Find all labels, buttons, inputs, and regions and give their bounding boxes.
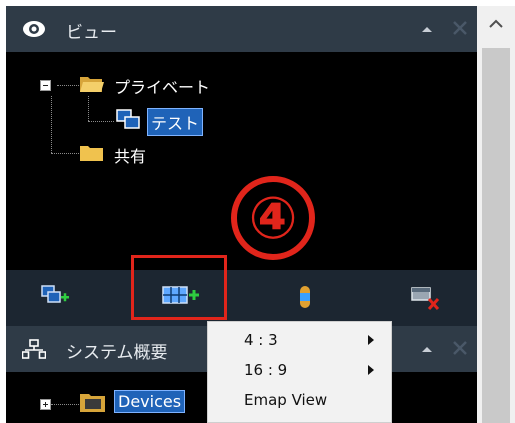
scroll-up-button[interactable] bbox=[477, 6, 515, 44]
collapse-up-icon[interactable] bbox=[420, 22, 434, 36]
menu-item-4-3[interactable]: 4 : 3 bbox=[208, 326, 391, 354]
devices-folder-icon bbox=[80, 394, 105, 412]
tree-connector bbox=[88, 96, 89, 121]
chevron-up-icon bbox=[489, 19, 503, 28]
scrollbar-thumb[interactable] bbox=[482, 48, 510, 423]
layout-context-menu: 4 : 3 16 : 9 Emap View bbox=[207, 321, 392, 423]
menu-item-label: 4 : 3 bbox=[244, 331, 278, 349]
vertical-scrollbar[interactable] bbox=[477, 6, 515, 423]
delete-view-icon[interactable] bbox=[409, 284, 441, 312]
submenu-arrow-icon bbox=[368, 335, 374, 345]
view-layout-icon bbox=[116, 109, 140, 129]
tree-item-test[interactable]: テスト bbox=[147, 108, 204, 136]
new-view-icon[interactable] bbox=[41, 284, 71, 308]
tree-connector bbox=[51, 96, 52, 153]
tree-connector bbox=[57, 85, 79, 86]
view-pane-title: ビュー bbox=[66, 23, 117, 43]
camera-icon[interactable] bbox=[297, 284, 313, 310]
menu-item-emap-view[interactable]: Emap View bbox=[208, 386, 391, 414]
expand-collapse-toggle[interactable] bbox=[40, 399, 51, 410]
menu-item-16-9[interactable]: 16 : 9 bbox=[208, 356, 391, 384]
system-pane-title: システム概要 bbox=[66, 343, 168, 363]
menu-item-label: 16 : 9 bbox=[244, 361, 288, 379]
eye-icon bbox=[23, 21, 45, 37]
network-icon bbox=[22, 339, 46, 359]
tree-item-shared[interactable]: 共有 bbox=[114, 143, 146, 167]
tree-connector bbox=[88, 121, 114, 122]
view-toolbar bbox=[6, 270, 477, 326]
close-icon[interactable] bbox=[451, 19, 469, 37]
tree-item-devices[interactable]: Devices bbox=[114, 390, 186, 413]
step-number-badge: ④ bbox=[231, 176, 315, 260]
new-layout-icon[interactable] bbox=[162, 284, 200, 308]
tree-item-private[interactable]: プライベート bbox=[114, 74, 210, 98]
folder-icon bbox=[80, 146, 103, 161]
close-icon[interactable] bbox=[451, 339, 469, 357]
expand-collapse-toggle[interactable] bbox=[40, 80, 51, 91]
view-pane-header[interactable]: ビュー bbox=[6, 6, 477, 52]
tree-connector bbox=[51, 404, 79, 405]
submenu-arrow-icon bbox=[368, 365, 374, 375]
menu-item-label: Emap View bbox=[244, 391, 328, 409]
tree-connector bbox=[51, 153, 81, 154]
folder-open-icon bbox=[80, 77, 104, 92]
collapse-up-icon[interactable] bbox=[420, 342, 434, 356]
window-frame: ビュー プライベート テスト 共有 システム概要 Devices ④ 4: 3… bbox=[0, 0, 515, 423]
